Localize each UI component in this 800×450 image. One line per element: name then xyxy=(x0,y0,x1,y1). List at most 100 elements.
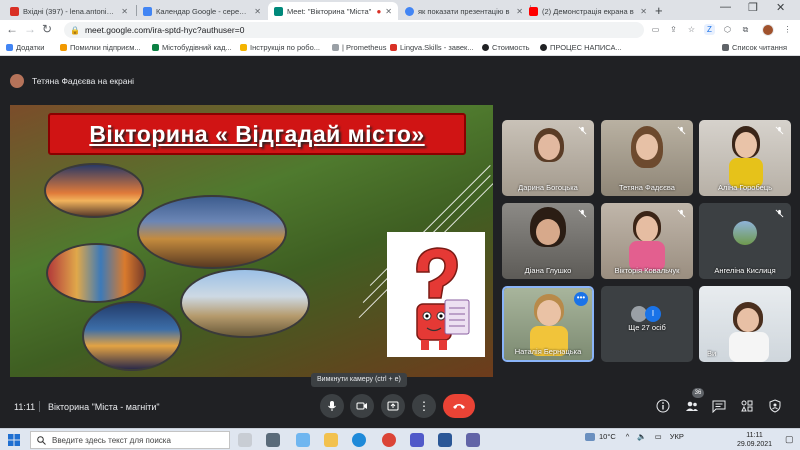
participant-face xyxy=(636,216,658,242)
chat-icon[interactable] xyxy=(712,399,726,413)
tray-chevron-icon[interactable]: ^ xyxy=(626,432,630,441)
presenter-avatar xyxy=(10,74,24,88)
windows-taskbar: Введите здесь текст для поиска 10°C ^ 🔈 … xyxy=(0,428,800,450)
zoom-extension-icon[interactable]: Z xyxy=(704,24,715,35)
participant-tile[interactable]: Діана Глушко xyxy=(502,203,594,279)
bookmark-apps[interactable]: Додатки xyxy=(6,43,44,52)
notifications-icon[interactable]: ▢ xyxy=(785,434,794,445)
windows-start-icon[interactable] xyxy=(8,434,20,446)
more-options-button[interactable]: ⋮ xyxy=(412,394,436,418)
participant-face xyxy=(537,300,561,326)
bookmark-label: | Prometheus xyxy=(342,43,387,52)
share-icon[interactable]: ⇪ xyxy=(668,24,679,35)
participant-tile[interactable]: Дарина Богоцька xyxy=(502,120,594,196)
call-controls-bar: 11:11 Вікторина "Міста - магніти" ⋮ 36 xyxy=(0,388,800,428)
restore-icon[interactable]: ❐ xyxy=(748,1,758,14)
forward-icon[interactable]: → xyxy=(24,22,36,36)
system-clock[interactable]: 11:11 29.09.2021 xyxy=(737,431,772,449)
tab-search[interactable]: як показати презентацію в ✕ xyxy=(399,2,529,20)
paint-icon[interactable] xyxy=(296,433,310,447)
puzzle-icon[interactable]: ⧉ xyxy=(740,24,751,35)
more-options-icon[interactable]: ••• xyxy=(574,292,588,306)
participant-name: Ангеліна Кислиця xyxy=(714,266,776,275)
tab-gmail[interactable]: Вхідні (397) - lena.antoniuk@ ✕ xyxy=(4,2,134,20)
bookmark-item[interactable]: Помилки підприєм... xyxy=(60,43,141,52)
profile-avatar[interactable] xyxy=(762,24,774,36)
participant-tile[interactable]: Тетяна Фадєєва xyxy=(601,120,693,196)
present-screen-icon xyxy=(387,401,399,411)
close-tab-icon[interactable]: ✕ xyxy=(254,7,261,16)
task-view-icon[interactable] xyxy=(238,433,252,447)
teams-icon[interactable] xyxy=(410,433,424,447)
bookmark-item[interactable]: Містобудівний кад... xyxy=(152,43,232,52)
others-tile[interactable]: І Ще 27 осіб xyxy=(601,286,693,362)
participant-tile[interactable]: Аліна Горобець xyxy=(699,120,791,196)
star-icon[interactable]: ☆ xyxy=(686,24,697,35)
microphone-button[interactable] xyxy=(320,394,344,418)
taskbar-search[interactable]: Введите здесь текст для поиска xyxy=(30,431,230,449)
close-tab-icon[interactable]: ✕ xyxy=(640,7,647,16)
minimize-icon[interactable]: — xyxy=(720,1,731,13)
meeting-title: Вікторина "Міста - магніти" xyxy=(48,402,160,412)
bookmark-item[interactable]: Стоимость xyxy=(482,43,530,52)
new-tab-icon[interactable]: + xyxy=(655,3,663,18)
tab-meet[interactable]: Meet: "Вікторина "Міста" ● ✕ xyxy=(268,2,398,20)
close-tab-icon[interactable]: ✕ xyxy=(385,7,392,16)
bookmark-item[interactable]: Інструкція по робо... xyxy=(240,43,320,52)
extension-icon[interactable]: ⬡ xyxy=(722,24,733,35)
tab-title: Meet: "Вікторина "Міста" xyxy=(287,6,372,16)
mic-off-icon xyxy=(775,126,784,135)
participant-name: Вікторія Ковальчук xyxy=(614,266,680,275)
back-icon[interactable]: ← xyxy=(6,22,18,36)
mic-off-icon xyxy=(677,126,686,135)
volume-icon[interactable]: 🔈 xyxy=(637,432,646,441)
tab-youtube[interactable]: (2) Демонстрація екрана в ✕ xyxy=(523,2,653,20)
microphone-icon xyxy=(328,401,336,411)
info-icon[interactable] xyxy=(656,399,670,413)
bookmark-label: Lingva.Skills - завек... xyxy=(400,43,474,52)
reload-icon[interactable]: ↻ xyxy=(42,22,52,36)
bookmark-item[interactable]: Lingva.Skills - завек... xyxy=(390,43,474,52)
bookmark-item[interactable]: ПРОЦЕС НАПИСА... xyxy=(540,43,622,52)
address-bar[interactable]: 🔒 meet.google.com/ira-sptd-hyc?authuser=… xyxy=(64,22,644,38)
participant-tile[interactable]: Ангеліна Кислиця xyxy=(699,203,791,279)
bookmark-favicon-icon xyxy=(540,44,547,51)
activities-icon[interactable] xyxy=(740,399,754,413)
word-icon[interactable] xyxy=(438,433,452,447)
file-explorer-icon[interactable] xyxy=(324,433,338,447)
participant-tile-speaking[interactable]: ••• Наталія Бернацька xyxy=(502,286,594,362)
participant-tile[interactable]: Вікторія Ковальчук xyxy=(601,203,693,279)
close-tab-icon[interactable]: ✕ xyxy=(516,7,523,16)
reading-list[interactable]: Список читання xyxy=(722,43,787,52)
present-now-button[interactable] xyxy=(381,394,405,418)
recording-dot-icon: ● xyxy=(376,6,382,16)
store-icon[interactable] xyxy=(266,433,280,447)
bookmark-item[interactable]: | Prometheus xyxy=(332,43,386,52)
participant-face xyxy=(636,134,658,160)
city-photo-cathedral xyxy=(137,195,287,269)
people-icon[interactable] xyxy=(685,399,699,413)
bookmark-label: Стоимость xyxy=(492,43,530,52)
self-tile[interactable]: Ви xyxy=(699,286,791,362)
bookmark-favicon-icon xyxy=(152,44,159,51)
airplane-photo xyxy=(44,163,144,218)
tab-calendar[interactable]: Календар Google - середа, 2 ✕ xyxy=(137,2,267,20)
camera-button[interactable] xyxy=(350,394,374,418)
viber-icon[interactable] xyxy=(466,433,480,447)
divider xyxy=(39,401,40,412)
network-icon[interactable]: ▭ xyxy=(655,432,662,441)
close-tab-icon[interactable]: ✕ xyxy=(121,7,128,16)
keyboard-language[interactable]: УКР xyxy=(670,432,684,441)
host-controls-icon[interactable] xyxy=(768,399,782,413)
others-avatar-initial: І xyxy=(645,306,661,322)
participant-face xyxy=(536,219,560,245)
camera-permission-icon[interactable]: ▭ xyxy=(650,24,661,35)
end-call-button[interactable] xyxy=(443,394,475,418)
edge-icon[interactable] xyxy=(352,433,366,447)
others-count: Ще 27 осіб xyxy=(628,323,666,332)
participant-name: Наталія Бернацька xyxy=(514,347,582,356)
google-icon xyxy=(405,6,414,16)
chrome-icon[interactable] xyxy=(382,433,396,447)
window-close-icon[interactable]: ✕ xyxy=(776,1,785,14)
menu-icon[interactable]: ⋮ xyxy=(782,24,793,35)
